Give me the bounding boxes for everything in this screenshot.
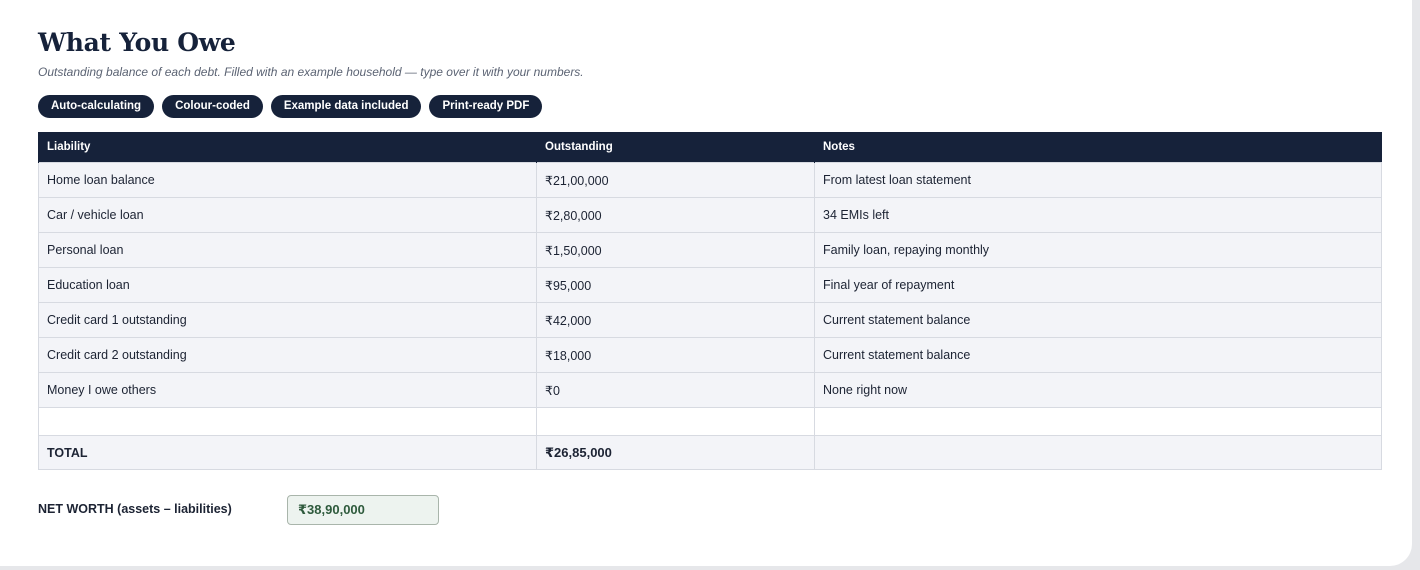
liability-cell[interactable]: Education loan	[38, 267, 537, 303]
notes-cell[interactable]: Current statement balance	[814, 337, 1382, 373]
debts-card: What You Owe Outstanding balance of each…	[0, 0, 1412, 566]
notes-cell[interactable]: Family loan, repaying monthly	[814, 232, 1382, 268]
table-row: Car / vehicle loan ₹2,80,000 34 EMIs lef…	[38, 197, 1382, 233]
notes-cell[interactable]: Current statement balance	[814, 302, 1382, 338]
outstanding-cell[interactable]: ₹21,00,000	[536, 162, 815, 198]
column-header-notes: Notes	[814, 132, 1382, 163]
liabilities-table: Liability Outstanding Notes Home loan ba…	[38, 132, 1382, 470]
outstanding-cell[interactable]: ₹18,000	[536, 337, 815, 373]
outstanding-cell[interactable]: ₹42,000	[536, 302, 815, 338]
table-row: Credit card 2 outstanding ₹18,000 Curren…	[38, 337, 1382, 373]
table-header-row: Liability Outstanding Notes	[38, 132, 1382, 163]
tag-example-data: Example data included	[270, 95, 422, 118]
table-row: Credit card 1 outstanding ₹42,000 Curren…	[38, 302, 1382, 338]
table-row: Money I owe others ₹0 None right now	[38, 372, 1382, 408]
column-header-outstanding: Outstanding	[536, 132, 815, 163]
tag-print-ready-pdf: Print-ready PDF	[429, 95, 543, 118]
total-label: TOTAL	[38, 435, 537, 470]
outstanding-cell[interactable]: ₹0	[536, 372, 815, 408]
outstanding-cell[interactable]: ₹1,50,000	[536, 232, 815, 268]
empty-outstanding-cell[interactable]	[536, 407, 815, 436]
notes-cell[interactable]: 34 EMIs left	[814, 197, 1382, 233]
liability-cell[interactable]: Money I owe others	[38, 372, 537, 408]
page-title: What You Owe	[38, 28, 236, 57]
feature-tags: Auto-calculating Colour-coded Example da…	[38, 95, 543, 118]
table-row: Personal loan ₹1,50,000 Family loan, rep…	[38, 232, 1382, 268]
page-subtitle: Outstanding balance of each debt. Filled…	[38, 65, 584, 79]
liability-cell[interactable]: Personal loan	[38, 232, 537, 268]
empty-row	[38, 407, 1382, 436]
table-row: Education loan ₹95,000 Final year of rep…	[38, 267, 1382, 303]
total-notes-cell	[814, 435, 1382, 470]
tag-auto-calculating: Auto-calculating	[38, 95, 155, 118]
liability-cell[interactable]: Home loan balance	[38, 162, 537, 198]
tag-colour-coded: Colour-coded	[162, 95, 263, 118]
outstanding-cell[interactable]: ₹95,000	[536, 267, 815, 303]
liability-cell[interactable]: Credit card 2 outstanding	[38, 337, 537, 373]
net-worth-label: NET WORTH (assets – liabilities)	[38, 502, 232, 516]
notes-cell[interactable]: From latest loan statement	[814, 162, 1382, 198]
empty-liability-cell[interactable]	[38, 407, 537, 436]
outstanding-cell[interactable]: ₹2,80,000	[536, 197, 815, 233]
notes-cell[interactable]: Final year of repayment	[814, 267, 1382, 303]
total-outstanding: ₹26,85,000	[536, 435, 815, 470]
net-worth-value: ₹38,90,000	[287, 495, 439, 525]
liability-cell[interactable]: Credit card 1 outstanding	[38, 302, 537, 338]
liability-cell[interactable]: Car / vehicle loan	[38, 197, 537, 233]
notes-cell[interactable]: None right now	[814, 372, 1382, 408]
table-row: Home loan balance ₹21,00,000 From latest…	[38, 162, 1382, 198]
empty-notes-cell[interactable]	[814, 407, 1382, 436]
column-header-liability: Liability	[38, 132, 537, 163]
total-row: TOTAL ₹26,85,000	[38, 435, 1382, 470]
